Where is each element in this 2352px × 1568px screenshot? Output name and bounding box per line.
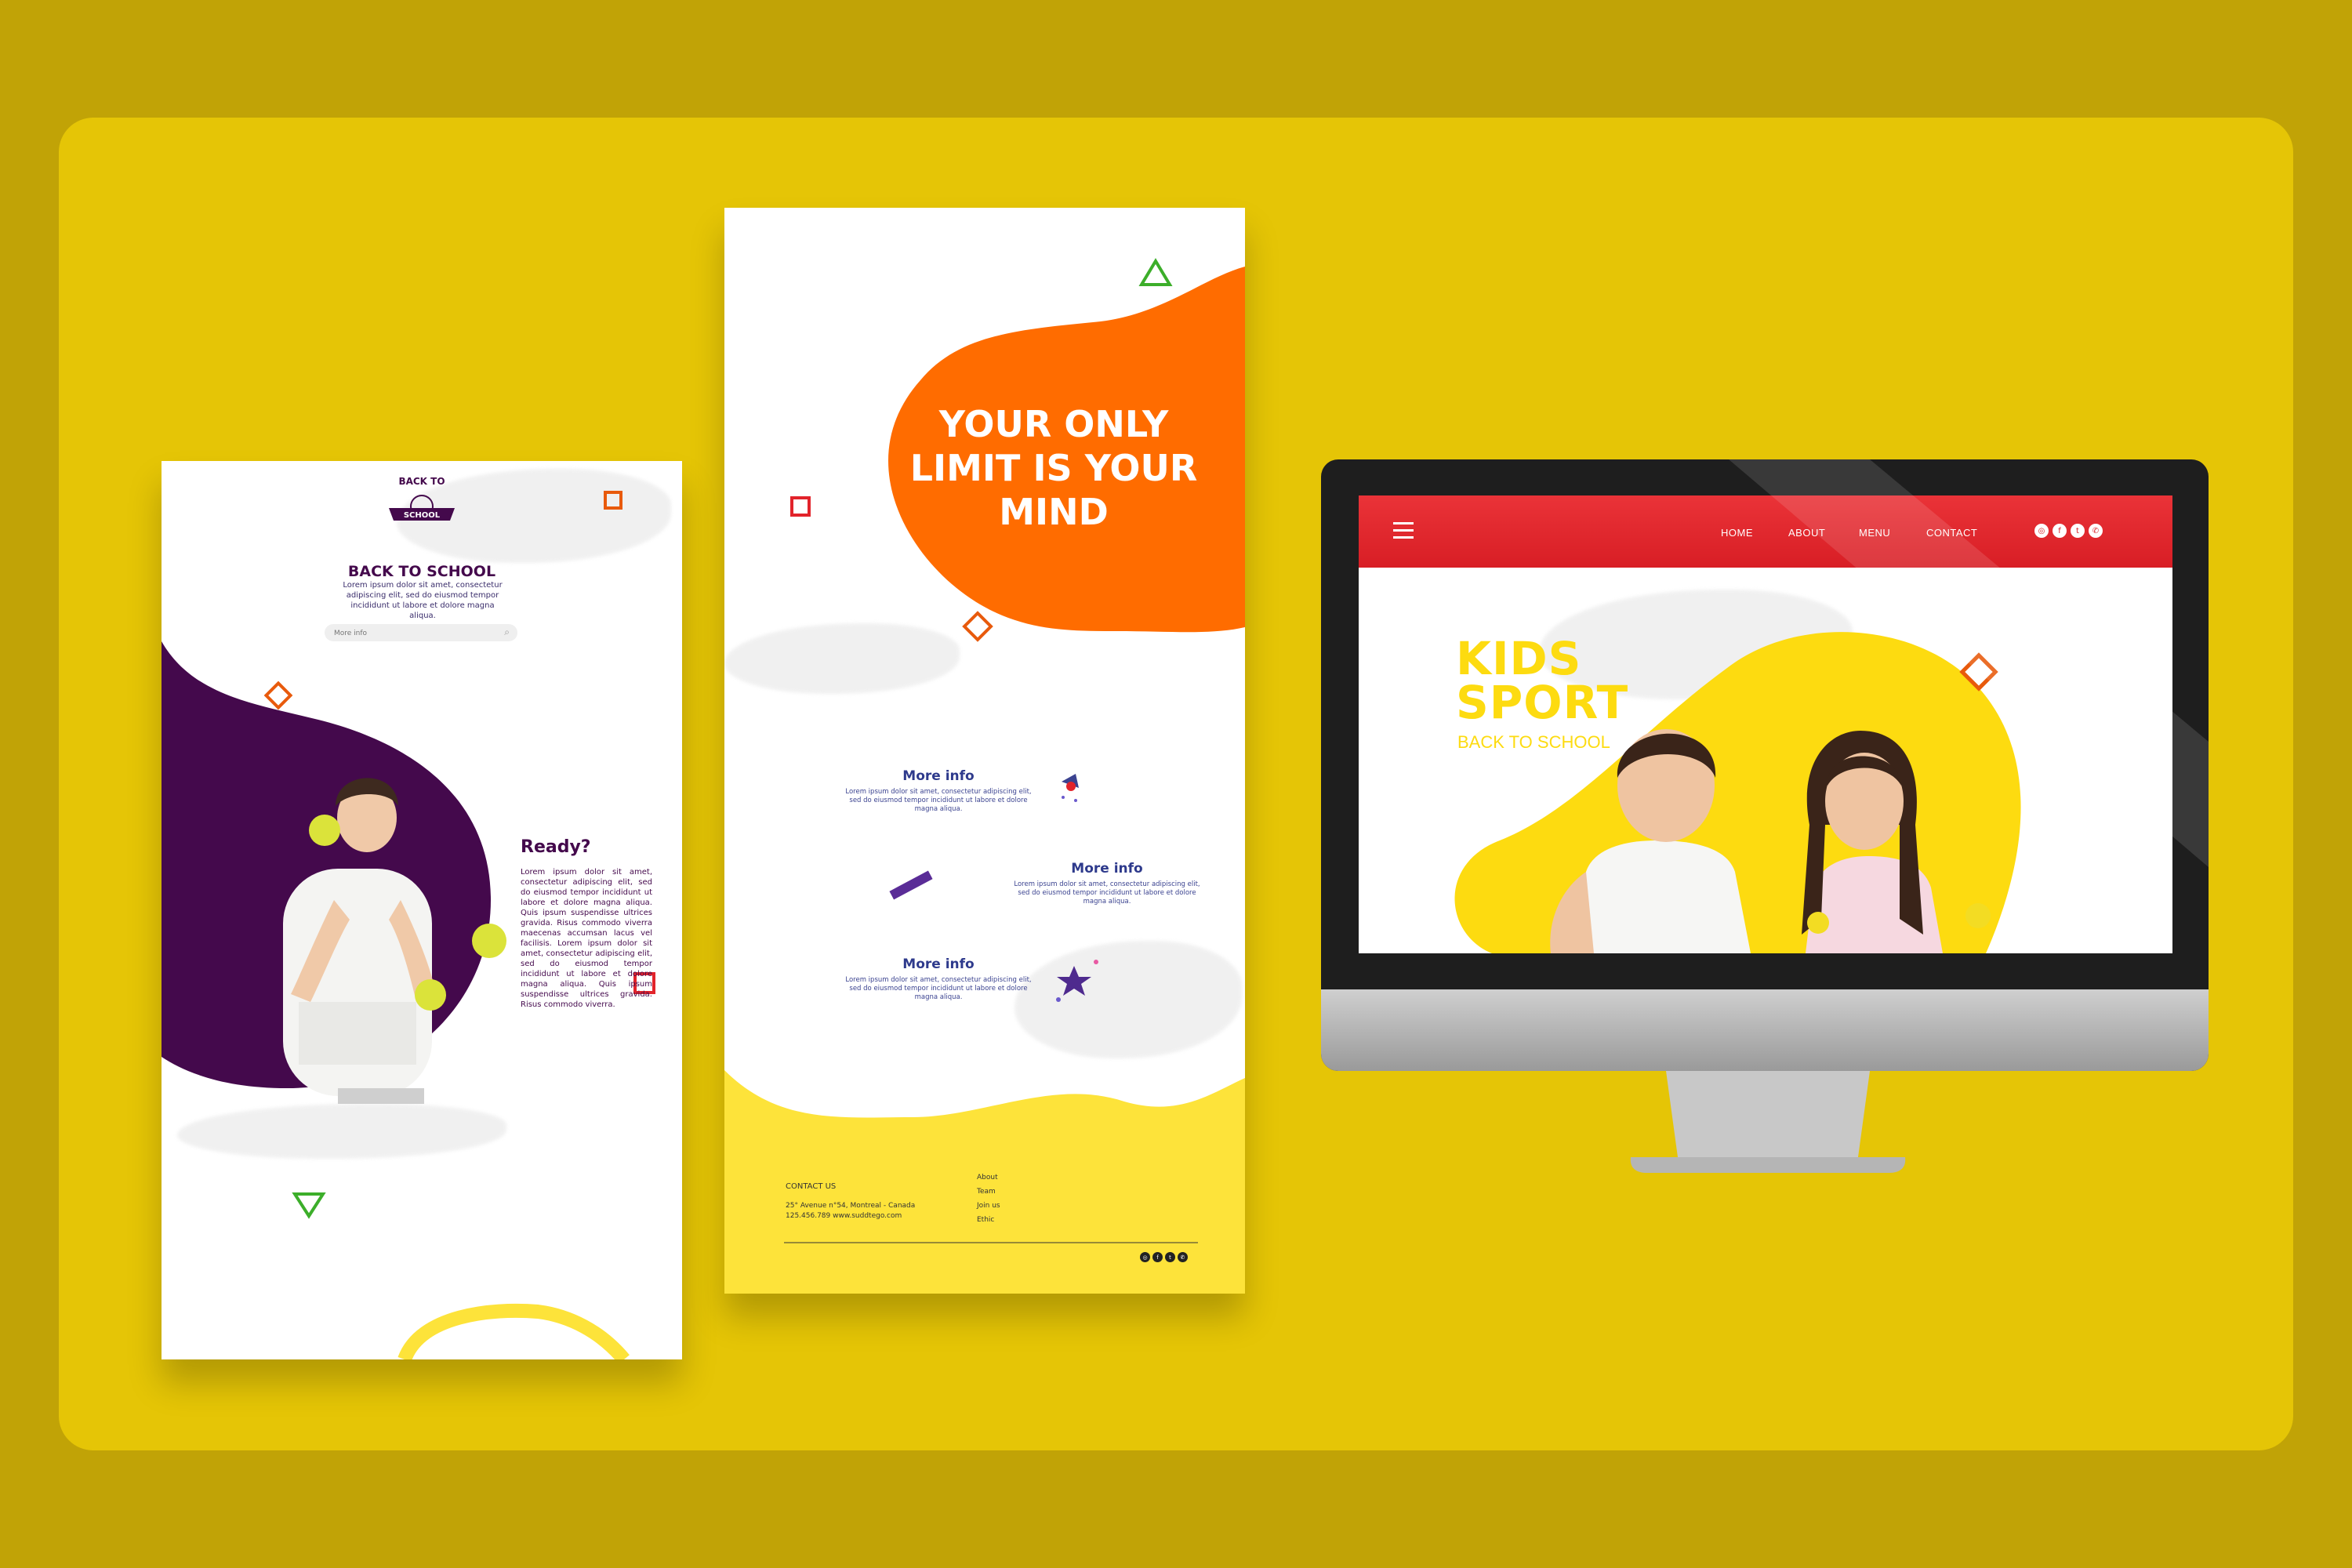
svg-text:SCHOOL: SCHOOL bbox=[404, 511, 441, 520]
ruler-icon bbox=[889, 870, 933, 900]
back-to-school-logo: BACK TO SCHOOL bbox=[389, 476, 455, 521]
page-title: BACK TO SCHOOL bbox=[347, 563, 496, 580]
feature-text: Lorem ipsum dolor sit amet, consectetur … bbox=[845, 976, 1032, 1001]
headline: YOUR ONLY LIMIT IS YOUR MIND bbox=[873, 402, 1234, 534]
contact-address: 25° Avenue n°54, Montreal - Canada bbox=[786, 1202, 916, 1210]
mobile-page-mockup: BACK TO SCHOOL BACK TO SCHOOL Lorem ipsu… bbox=[162, 461, 682, 1359]
feature-title[interactable]: More info bbox=[876, 768, 1001, 784]
footer-link-join[interactable]: Join us bbox=[977, 1199, 1000, 1213]
square-shape bbox=[604, 491, 622, 510]
tennis-ball bbox=[472, 924, 506, 958]
rocket-icon bbox=[1062, 774, 1079, 802]
twitter-icon[interactable]: t bbox=[1165, 1252, 1175, 1262]
contact-heading: CONTACT US bbox=[786, 1182, 837, 1191]
tall-page-mockup: YOUR ONLY LIMIT IS YOUR MIND More info L… bbox=[724, 208, 1245, 1294]
feature-text: Lorem ipsum dolor sit amet, consectetur … bbox=[845, 788, 1032, 813]
search-bar[interactable]: ⌕ bbox=[325, 624, 517, 641]
footer-link-team[interactable]: Team bbox=[977, 1185, 1000, 1199]
tennis-ball bbox=[415, 979, 446, 1011]
search-input[interactable] bbox=[332, 626, 492, 641]
monitor-stand bbox=[1630, 1071, 1906, 1173]
footer-link-about[interactable]: About bbox=[977, 1171, 1000, 1185]
instagram-icon[interactable]: ◎ bbox=[1140, 1252, 1150, 1262]
triangle-shape bbox=[1138, 258, 1173, 286]
intro-text: Lorem ipsum dolor sit amet, consectetur … bbox=[343, 581, 503, 620]
diamond-shape bbox=[962, 611, 993, 642]
headline-line: MIND bbox=[999, 491, 1109, 533]
footer-link-ethic[interactable]: Ethic bbox=[977, 1213, 1000, 1227]
ready-heading: Ready? bbox=[521, 837, 591, 857]
feature-text: Lorem ipsum dolor sit amet, consectetur … bbox=[1014, 880, 1200, 906]
search-icon[interactable]: ⌕ bbox=[504, 626, 510, 638]
svg-text:BACK TO: BACK TO bbox=[398, 476, 445, 487]
triangle-shape bbox=[292, 1192, 326, 1219]
footer-links: About Team Join us Ethic bbox=[977, 1171, 1000, 1227]
whatsapp-icon[interactable]: ✆ bbox=[1178, 1252, 1188, 1262]
tall-card-shapes bbox=[724, 258, 1245, 1294]
feature-title[interactable]: More info bbox=[1044, 861, 1170, 877]
star-icon bbox=[1057, 966, 1091, 996]
facebook-icon[interactable]: f bbox=[1152, 1252, 1163, 1262]
headline-line: YOUR ONLY bbox=[938, 403, 1169, 445]
screen-glare bbox=[1729, 459, 2209, 867]
headline-line: LIMIT IS YOUR bbox=[909, 447, 1198, 489]
contact-phone: 125.456.789 www.suddtego.com bbox=[786, 1212, 902, 1220]
tennis-ball bbox=[309, 815, 340, 846]
yellow-arc-shape bbox=[397, 1303, 630, 1359]
diamond-shape bbox=[263, 681, 293, 710]
square-shape bbox=[790, 496, 811, 517]
footer-social: ◎ f t ✆ bbox=[1140, 1252, 1188, 1262]
feature-title[interactable]: More info bbox=[876, 956, 1001, 972]
ready-text: Lorem ipsum dolor sit amet, consectetur … bbox=[521, 868, 652, 1009]
